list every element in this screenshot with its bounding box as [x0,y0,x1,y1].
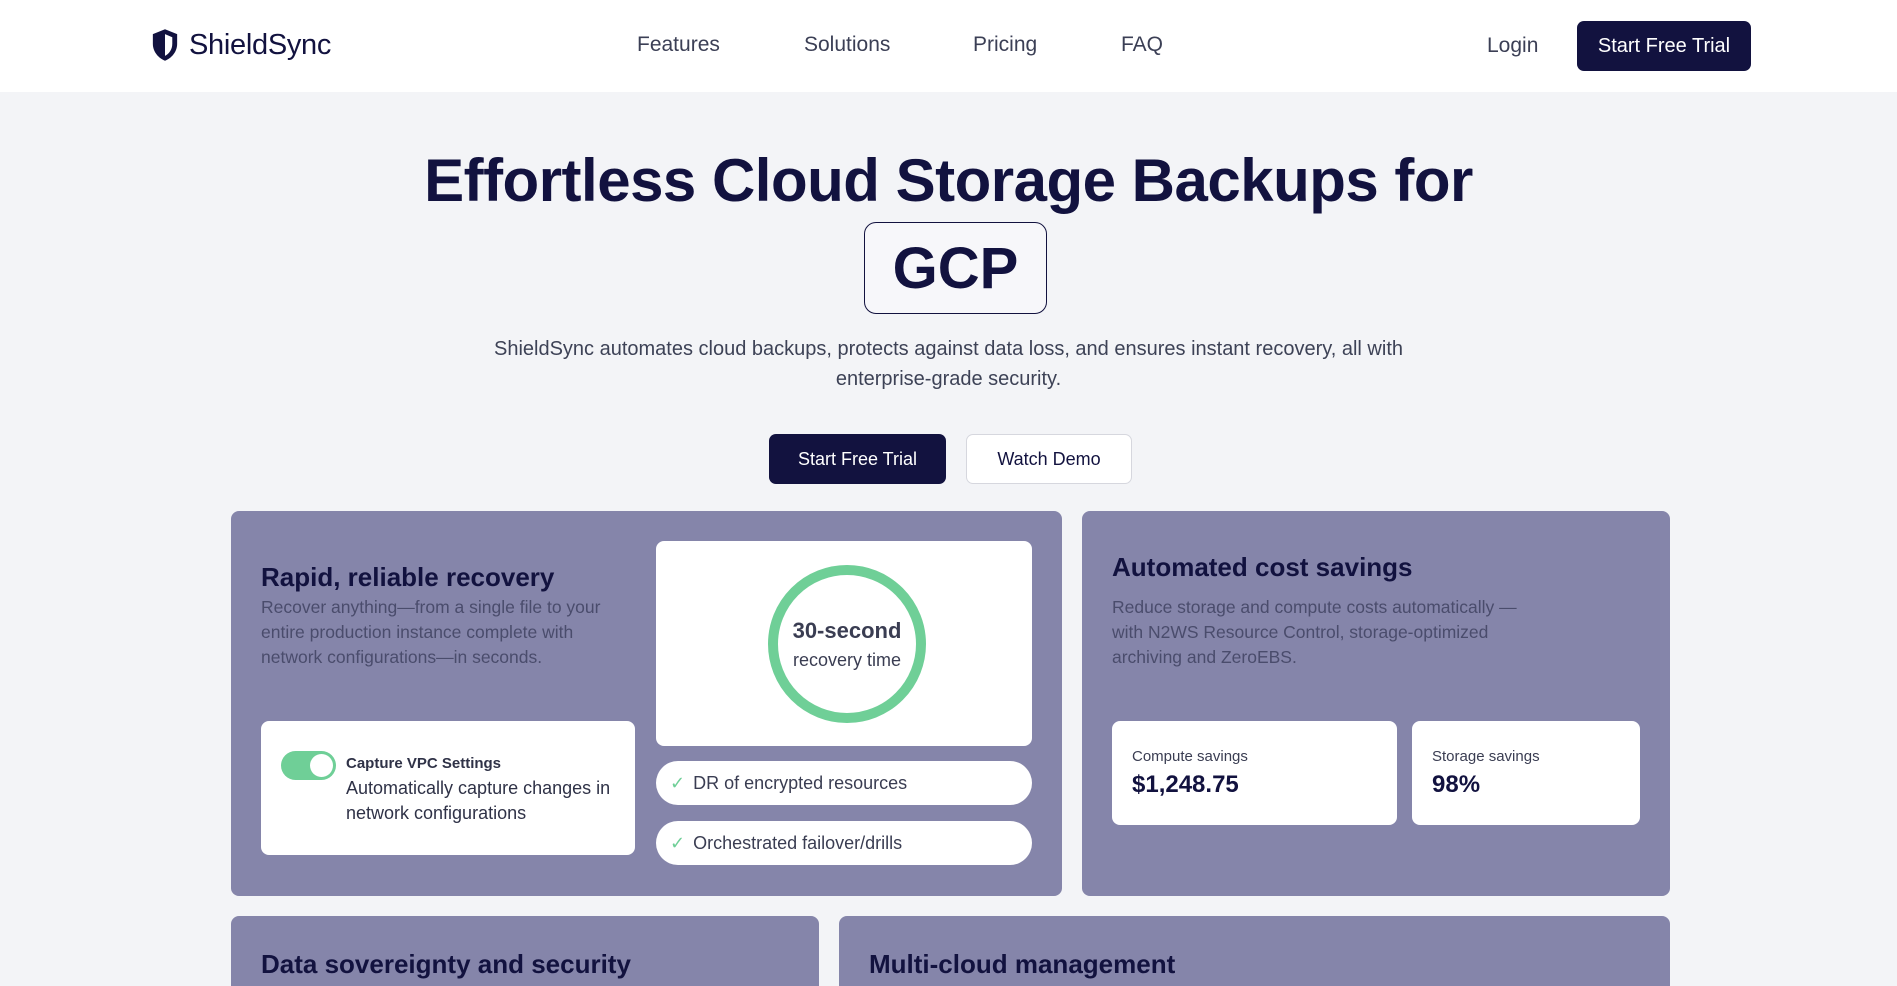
hero-highlight-badge: GCP [864,222,1047,314]
check-icon: ✓ [670,772,686,793]
storage-savings-stat: Storage savings 98% [1412,721,1640,825]
recovery-time-ring: 30-second recovery time [768,565,926,723]
hero-subtitle: ShieldSync automates cloud backups, prot… [493,338,1403,390]
capture-vpc-toggle[interactable] [281,751,336,780]
feature-pill: ✓ DR of encrypted resources [656,761,1032,805]
recovery-card-title: Rapid, reliable recovery [261,562,555,592]
stat-label: Storage savings [1432,748,1540,765]
login-link[interactable]: Login [1487,34,1538,58]
feature-label: DR of encrypted resources [693,772,908,793]
feature-pill: ✓ Orchestrated failover/drills [656,821,1032,865]
nav-link-pricing[interactable]: Pricing [973,33,1037,57]
watch-demo-button[interactable]: Watch Demo [966,434,1132,484]
nav-start-trial-button[interactable]: Start Free Trial [1577,21,1751,71]
recovery-card-description: Recover anything—from a single file to y… [261,597,601,667]
stat-value: 98% [1432,771,1481,798]
stat-value: $1,248.75 [1132,771,1239,798]
nav-link-features[interactable]: Features [637,33,720,57]
recovery-time-value: 30-second [792,617,902,643]
top-nav: ShieldSync Features Solutions Pricing FA… [0,0,1897,92]
savings-card-title: Automated cost savings [1112,552,1413,582]
sovereignty-card-title: Data sovereignty and security [261,949,631,979]
recovery-time-label: recovery time [792,649,902,670]
vpc-settings-description: Automatically capture changes in network… [346,778,611,823]
vpc-settings-panel: Capture VPC Settings Automatically captu… [261,721,635,855]
recovery-card: Rapid, reliable recovery Recover anythin… [231,511,1062,896]
feature-label: Orchestrated failover/drills [693,832,903,853]
savings-card: Automated cost savings Reduce storage an… [1082,511,1670,896]
sovereignty-card: Data sovereignty and security [231,916,819,986]
multicloud-card: Multi-cloud management [839,916,1670,986]
compute-savings-stat: Compute savings $1,248.75 [1112,721,1397,825]
multicloud-card-title: Multi-cloud management [869,949,1176,979]
nav-link-solutions[interactable]: Solutions [804,33,890,57]
stat-label: Compute savings [1132,748,1248,765]
recovery-time-panel: 30-second recovery time [656,541,1032,746]
vpc-settings-label: Capture VPC Settings [346,755,502,772]
hero-start-trial-button[interactable]: Start Free Trial [769,434,946,484]
check-icon: ✓ [670,832,686,853]
nav-link-faq[interactable]: FAQ [1121,33,1163,57]
toggle-knob [310,754,333,777]
brand-name: ShieldSync [189,28,332,61]
shield-icon [152,29,178,61]
hero-title: Effortless Cloud Storage Backups for [424,147,1473,214]
logo[interactable]: ShieldSync [150,28,331,62]
savings-card-description: Reduce storage and compute costs automat… [1112,597,1517,667]
